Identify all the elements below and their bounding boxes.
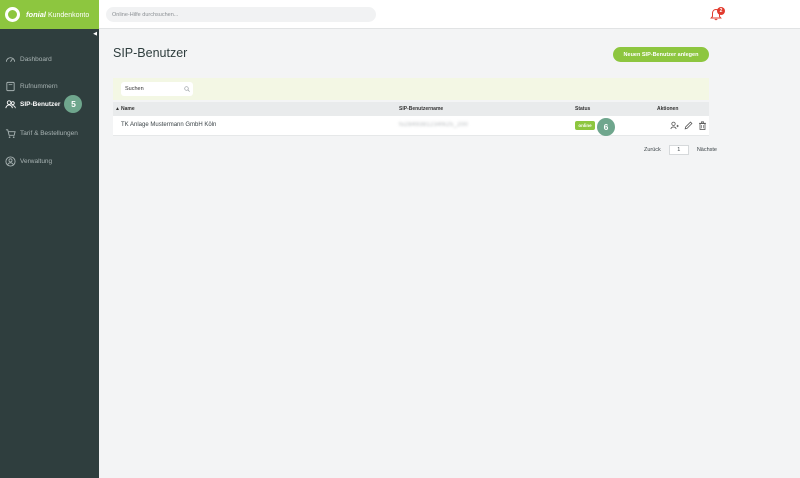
table-row[interactable]: TK Anlage Mustermann GmbH Köln fu2849381… (113, 116, 709, 136)
row-name: TK Anlage Mustermann GmbH Köln (121, 122, 217, 128)
page-title: SIP-Benutzer (113, 46, 188, 60)
brand-suffix: Kundenkonto (47, 12, 90, 19)
row-username: fu2849381234fk25_200 (399, 122, 469, 128)
step-badge: 5 (64, 95, 83, 113)
search-icon (184, 86, 190, 92)
sidebar-item-label: Rufnummern (20, 82, 58, 90)
dashboard-icon (5, 56, 16, 62)
sidebar-item-dashboard[interactable]: Dashboard (5, 52, 52, 66)
cart-icon (5, 128, 16, 138)
sip-users-table: ▲ Name SIP-Benutzername Status Aktionen … (113, 102, 709, 136)
add-sip-user-button[interactable]: Neuen SIP-Benutzer anlegen (613, 47, 709, 62)
sidebar-item-sip-benutzer[interactable]: SIP-Benutzer 5 (5, 95, 83, 113)
sidebar-item-label: Tarif & Bestellungen (20, 129, 78, 137)
column-actions: Aktionen (657, 106, 679, 112)
filter-search-input[interactable]: Suchen (121, 82, 193, 96)
user-circle-icon (5, 155, 16, 167)
pagination: Zurück 1 Nächste (644, 145, 717, 155)
help-search-placeholder: Online-Hilfe durchsuchen... (112, 11, 179, 18)
row-actions (670, 121, 707, 130)
fonial-logo-icon (5, 7, 20, 22)
assign-user-icon[interactable] (670, 121, 679, 130)
step-badge: 6 (597, 118, 615, 136)
pagination-page-input[interactable]: 1 (668, 145, 689, 155)
sidebar-item-label: Dashboard (20, 55, 52, 63)
users-icon (5, 99, 16, 108)
column-username[interactable]: SIP-Benutzername (399, 106, 443, 112)
collapse-sidebar-icon[interactable]: ◀ (93, 31, 97, 37)
edit-icon[interactable] (684, 121, 693, 130)
pagination-next[interactable]: Nächste (697, 147, 717, 153)
filter-search-placeholder: Suchen (125, 86, 144, 92)
sidebar-item-label: SIP-Benutzer (20, 100, 61, 108)
top-bar: fonial Kundenkonto Online-Hilfe durchsuc… (0, 0, 800, 29)
column-name[interactable]: Name (121, 106, 135, 112)
status-badge: online (575, 121, 595, 130)
help-search-input[interactable]: Online-Hilfe durchsuchen... (106, 7, 376, 22)
sidebar-item-rufnummern[interactable]: Rufnummern (5, 79, 58, 93)
sidebar: ◀ Dashboard Rufnummern SIP-Benutzer 5 Ta… (0, 29, 99, 478)
sort-asc-icon[interactable]: ▲ (115, 106, 120, 112)
sidebar-item-verwaltung[interactable]: Verwaltung (5, 154, 52, 168)
phone-book-icon (6, 81, 15, 91)
pagination-prev[interactable]: Zurück (644, 147, 661, 153)
sidebar-item-tarif-bestellungen[interactable]: Tarif & Bestellungen (5, 126, 78, 140)
filter-bar: Suchen (113, 78, 709, 100)
brand-name: fonial (26, 10, 46, 19)
delete-icon[interactable] (698, 121, 707, 130)
brand-logo[interactable]: fonial Kundenkonto (0, 0, 99, 29)
sidebar-item-label: Verwaltung (20, 157, 53, 165)
column-status[interactable]: Status (575, 106, 590, 112)
table-header: ▲ Name SIP-Benutzername Status Aktionen (113, 102, 709, 116)
notification-badge: 2 (717, 7, 725, 15)
